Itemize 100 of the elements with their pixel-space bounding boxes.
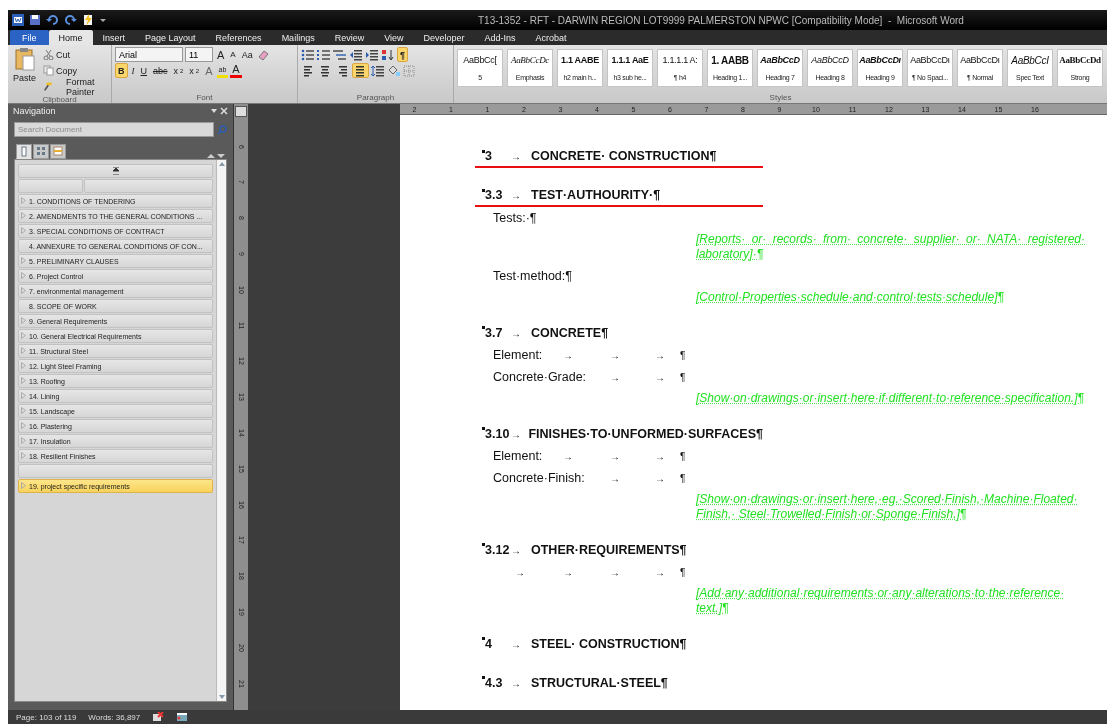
copy-icon	[43, 65, 54, 76]
tab-selector-button[interactable]	[235, 106, 247, 117]
shrink-font-button[interactable]: A	[228, 47, 238, 62]
expand-triangle-icon	[21, 317, 26, 324]
show-marks-button[interactable]: ¶	[397, 47, 408, 62]
ribbon-tab[interactable]: Page Layout	[135, 30, 206, 45]
numbering-icon[interactable]	[317, 48, 331, 61]
style-preview: AaBbCc[	[463, 55, 497, 66]
expand-triangle-icon	[21, 197, 26, 204]
save-icon[interactable]	[29, 14, 41, 26]
expand-triangle-icon	[21, 287, 26, 294]
format-button[interactable]: abc	[151, 63, 170, 78]
format-button[interactable]: B	[115, 63, 128, 78]
line-spacing-icon[interactable]	[371, 64, 385, 77]
ribbon-tab[interactable]: Insert	[92, 30, 136, 45]
ribbon-tab[interactable]: Add-Ins	[474, 30, 526, 45]
expand-triangle-icon	[21, 377, 26, 384]
page-count[interactable]: Page: 103 of 119	[16, 712, 77, 722]
font-name-field[interactable]: Arial	[115, 47, 183, 62]
copy-button[interactable]: Copy	[41, 63, 108, 78]
format-button[interactable]: U	[138, 63, 149, 78]
style-preview: AaBbCcD	[760, 55, 800, 66]
view-tab[interactable]	[16, 144, 32, 159]
view-tab[interactable]	[33, 144, 49, 159]
grow-font-button[interactable]: A	[215, 47, 227, 62]
tab-mark: →	[563, 450, 573, 462]
format-button[interactable]: x $^{2}$	[187, 63, 202, 78]
expand-triangle-icon	[21, 392, 26, 399]
tab-mark: →	[515, 566, 525, 578]
heading-number: 3.3	[485, 188, 504, 202]
heading-title: STEEL· CONSTRUCTION¶	[531, 637, 687, 651]
pane-title: Navigation	[13, 106, 56, 116]
ribbon-tab[interactable]: Home	[48, 30, 93, 45]
keep-with-next-icon	[482, 543, 485, 546]
search-field[interactable]: Search Document	[14, 122, 214, 137]
scrollbar[interactable]	[216, 160, 226, 701]
heading-title: CONCRETE· CONSTRUCTION¶	[531, 149, 717, 163]
dropdown-icon[interactable]	[210, 107, 218, 115]
guidance-note: [Add·any·additional·requirements·or·any·alterations·to·the·reference· text.]¶	[696, 586, 1066, 616]
tab-mark: →	[655, 566, 665, 578]
ribbon-tab[interactable]: Review	[324, 30, 375, 45]
ribbon-tab[interactable]: Developer	[413, 30, 475, 45]
eraser-icon[interactable]	[256, 48, 269, 61]
headings-view-icon	[19, 146, 29, 157]
multilevel-list-icon[interactable]	[333, 48, 347, 61]
field-label: Element:	[493, 449, 543, 463]
tab-mark: →	[610, 349, 620, 361]
heading-title: OTHER·REQUIREMENTS¶	[531, 543, 687, 557]
ribbon-tab[interactable]: View	[374, 30, 414, 45]
group-label: Styles	[768, 93, 793, 103]
heading-number: 4	[485, 637, 493, 651]
lightning-document-icon[interactable]	[82, 14, 94, 26]
ribbon-tab[interactable]: File	[10, 30, 49, 45]
font-color-button[interactable]: A	[230, 63, 242, 78]
word-logo-icon	[12, 14, 24, 26]
ribbon-tab[interactable]: Mailings	[271, 30, 325, 45]
window-title: T13-1352 - RFT - DARWIN REGION LOT9999 PALMERSTON NPWC [Compatibility Mode] - Microsoft Word	[478, 14, 964, 26]
scroll-down-icon[interactable]	[217, 693, 226, 701]
tab-arrow: →	[511, 428, 522, 440]
shading-icon[interactable]	[387, 64, 401, 77]
font-size-field[interactable]: 11	[185, 47, 213, 62]
expand-triangle-icon	[21, 437, 26, 444]
ribbon-tab[interactable]: Acrobat	[525, 30, 577, 45]
align-justify-button[interactable]	[352, 63, 369, 78]
tab-arrow: →	[511, 150, 522, 162]
tab-mark: →	[563, 349, 573, 361]
expand-triangle-icon	[21, 212, 26, 219]
format-painter-button[interactable]: Format Painter	[41, 79, 108, 94]
tab-mark: →	[610, 371, 620, 383]
decrease-indent-icon[interactable]	[349, 48, 363, 61]
heading-number: 3.10	[485, 427, 511, 441]
change-case-button[interactable]: Aa	[239, 47, 255, 62]
keep-with-next-icon	[482, 676, 485, 679]
ribbon-tab[interactable]: References	[205, 30, 272, 45]
tab-mark: →	[563, 566, 573, 578]
format-button[interactable]: I	[129, 63, 137, 78]
macro-record-icon[interactable]	[176, 712, 189, 722]
redo-icon[interactable]	[65, 14, 77, 26]
align-right-icon	[337, 64, 348, 77]
expand-triangle-icon	[21, 422, 26, 429]
view-tab[interactable]	[50, 144, 66, 159]
word-count[interactable]: Words: 36,897	[88, 712, 141, 722]
paste-button[interactable]: Paste	[11, 47, 38, 95]
increase-indent-icon[interactable]	[365, 48, 379, 61]
bullets-icon[interactable]	[301, 48, 315, 61]
keep-with-next-icon	[482, 326, 485, 329]
cut-button[interactable]: Cut	[41, 47, 108, 62]
group-label: Paragraph	[355, 93, 396, 103]
style-preview: 1.1.1.1 A:	[662, 55, 698, 66]
guidance-note: [Control·Properties·schedule·and·control·tests·schedule]¶	[696, 290, 1005, 305]
spelling-check-icon[interactable]	[152, 712, 165, 722]
sort-icon[interactable]	[381, 48, 395, 61]
style-preview: 1.1.1 AaE	[611, 55, 649, 66]
expand-triangle-icon	[21, 272, 26, 279]
undo-icon[interactable]	[46, 14, 60, 26]
scroll-up-icon[interactable]	[217, 160, 226, 168]
results-view-icon	[53, 146, 63, 157]
heading-title: STRUCTURAL·STEEL¶	[531, 676, 668, 690]
text-effects-button[interactable]: A	[203, 63, 215, 78]
close-icon[interactable]	[220, 107, 228, 115]
